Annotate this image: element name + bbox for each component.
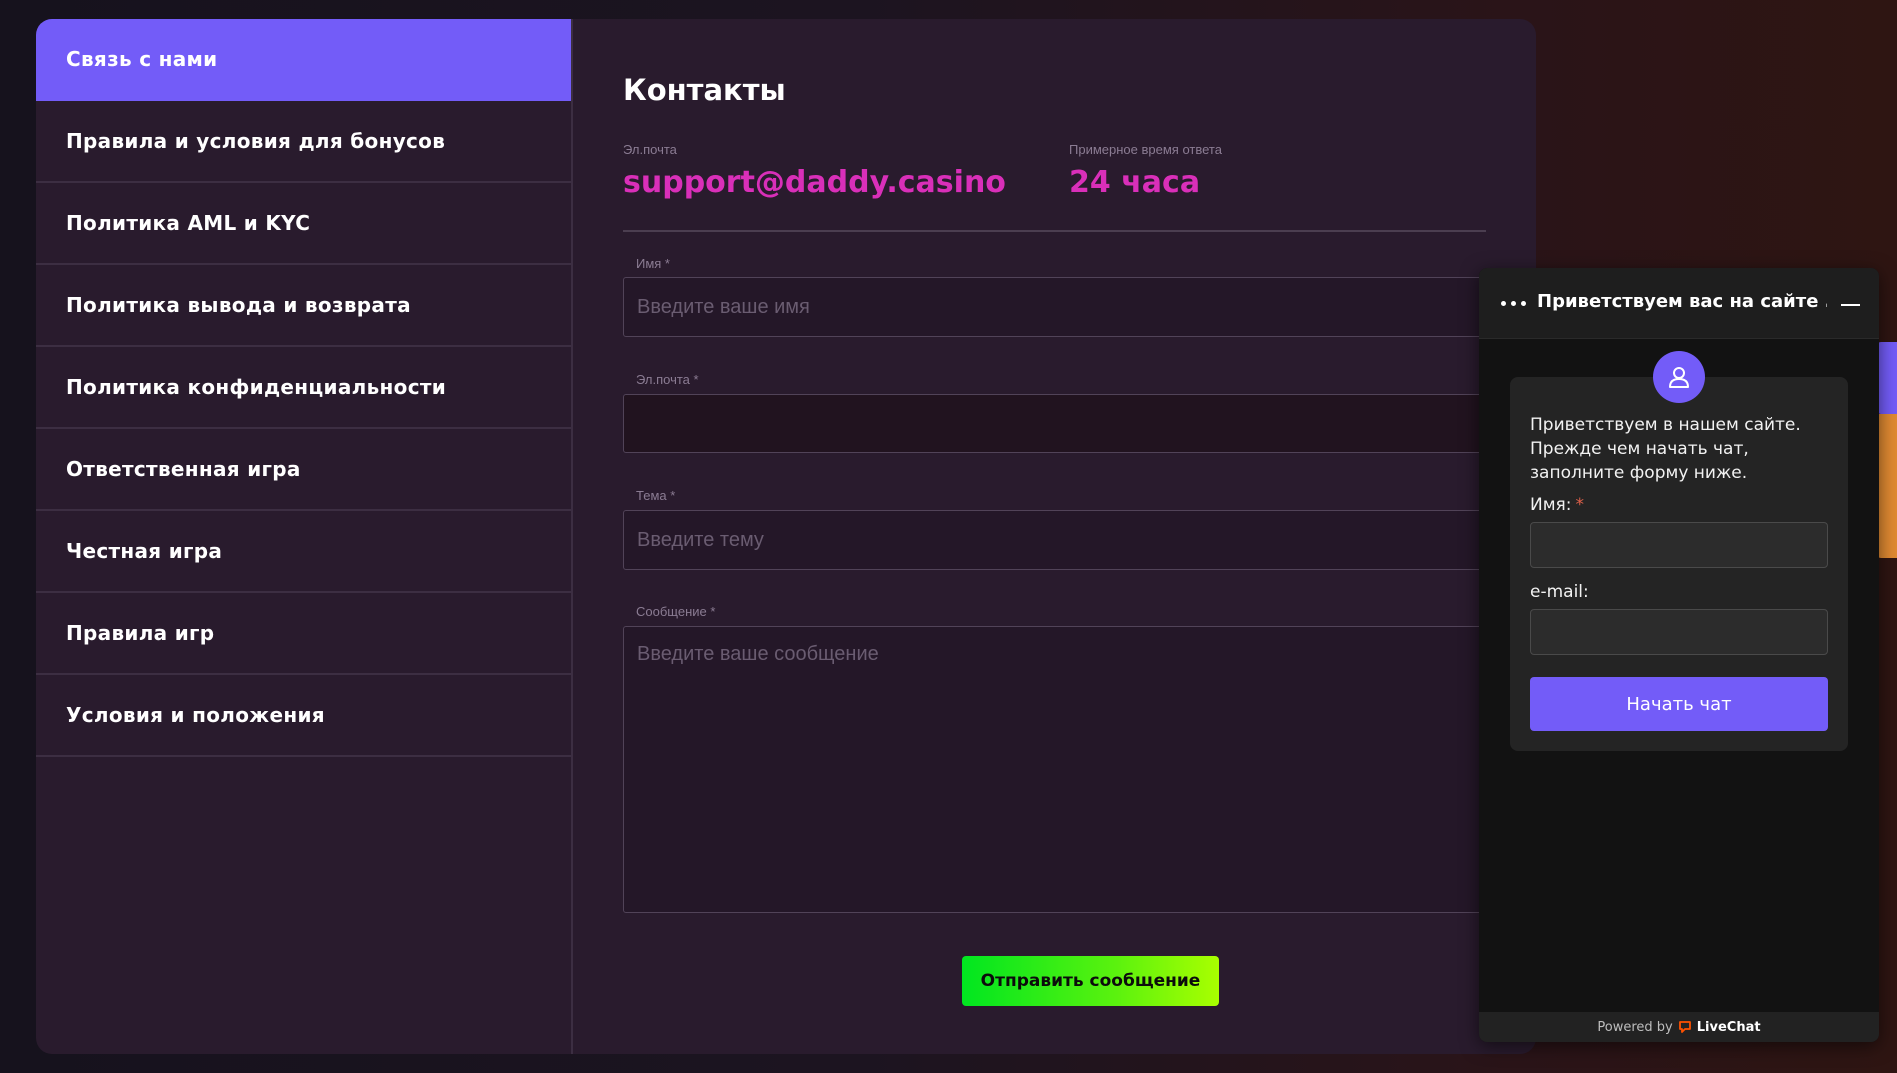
sidebar-item-bonus-terms[interactable]: Правила и условия для бонусов	[36, 101, 571, 183]
message-field-label: Сообщение *	[636, 604, 716, 619]
start-chat-button[interactable]: Начать чат	[1530, 677, 1828, 731]
sidebar-item-withdrawal-refund[interactable]: Политика вывода и возврата	[36, 265, 571, 347]
livechat-brand: LiveChat	[1696, 1019, 1761, 1035]
powered-by-text: Powered by	[1597, 1019, 1673, 1035]
user-icon	[1653, 351, 1705, 403]
sidebar-item-contact-us[interactable]: Связь с нами	[36, 19, 571, 101]
chat-intro-text: Приветствуем в нашем сайте. Прежде чем н…	[1530, 415, 1801, 483]
prechat-form: Приветствуем в нашем сайте. Прежде чем н…	[1510, 377, 1848, 751]
livechat-logo-icon	[1678, 1021, 1691, 1033]
sidebar-item-terms[interactable]: Условия и положения	[36, 675, 571, 757]
support-card: Связь с нами Правила и условия для бонус…	[36, 19, 1536, 1054]
support-email[interactable]: support@daddy.casino	[623, 165, 1006, 200]
sidebar: Связь с нами Правила и условия для бонус…	[36, 19, 573, 1054]
chat-name-label: Имя: *	[1530, 495, 1584, 515]
chat-email-input[interactable]	[1530, 609, 1828, 655]
subject-field-label: Тема *	[636, 488, 676, 503]
email-input[interactable]	[623, 394, 1503, 453]
sidebar-item-aml-kyc[interactable]: Политика AML и KYC	[36, 183, 571, 265]
chat-name-label-text: Имя:	[1530, 495, 1572, 515]
message-textarea[interactable]	[623, 626, 1503, 913]
divider	[623, 230, 1486, 232]
dots-icon[interactable]	[1501, 301, 1526, 306]
chat-title: Приветствуем вас на сайте ...	[1537, 291, 1827, 312]
sidebar-item-privacy[interactable]: Политика конфиденциальности	[36, 347, 571, 429]
response-time-value: 24 часа	[1069, 165, 1201, 200]
name-input[interactable]	[623, 277, 1503, 337]
powered-by-footer[interactable]: Powered by LiveChat	[1479, 1012, 1879, 1042]
send-message-button[interactable]: Отправить сообщение	[962, 956, 1219, 1006]
sidebar-item-responsible-gaming[interactable]: Ответственная игра	[36, 429, 571, 511]
page-title: Контакты	[623, 73, 786, 107]
side-tab-orange[interactable]	[1877, 414, 1897, 558]
required-mark: *	[1575, 495, 1585, 515]
minimize-icon[interactable]	[1834, 288, 1864, 318]
email-field-label: Эл.почта *	[636, 372, 699, 387]
email-info-label: Эл.почта	[623, 142, 677, 157]
sidebar-item-fair-play[interactable]: Честная игра	[36, 511, 571, 593]
side-tab-purple[interactable]	[1877, 342, 1897, 414]
response-time-label: Примерное время ответа	[1069, 142, 1222, 157]
chat-name-input[interactable]	[1530, 522, 1828, 568]
chat-header: Приветствуем вас на сайте ...	[1479, 268, 1879, 339]
subject-input[interactable]	[623, 510, 1503, 570]
sidebar-item-game-rules[interactable]: Правила игр	[36, 593, 571, 675]
name-field-label: Имя *	[636, 256, 670, 271]
chat-email-label: e-mail:	[1530, 582, 1589, 602]
